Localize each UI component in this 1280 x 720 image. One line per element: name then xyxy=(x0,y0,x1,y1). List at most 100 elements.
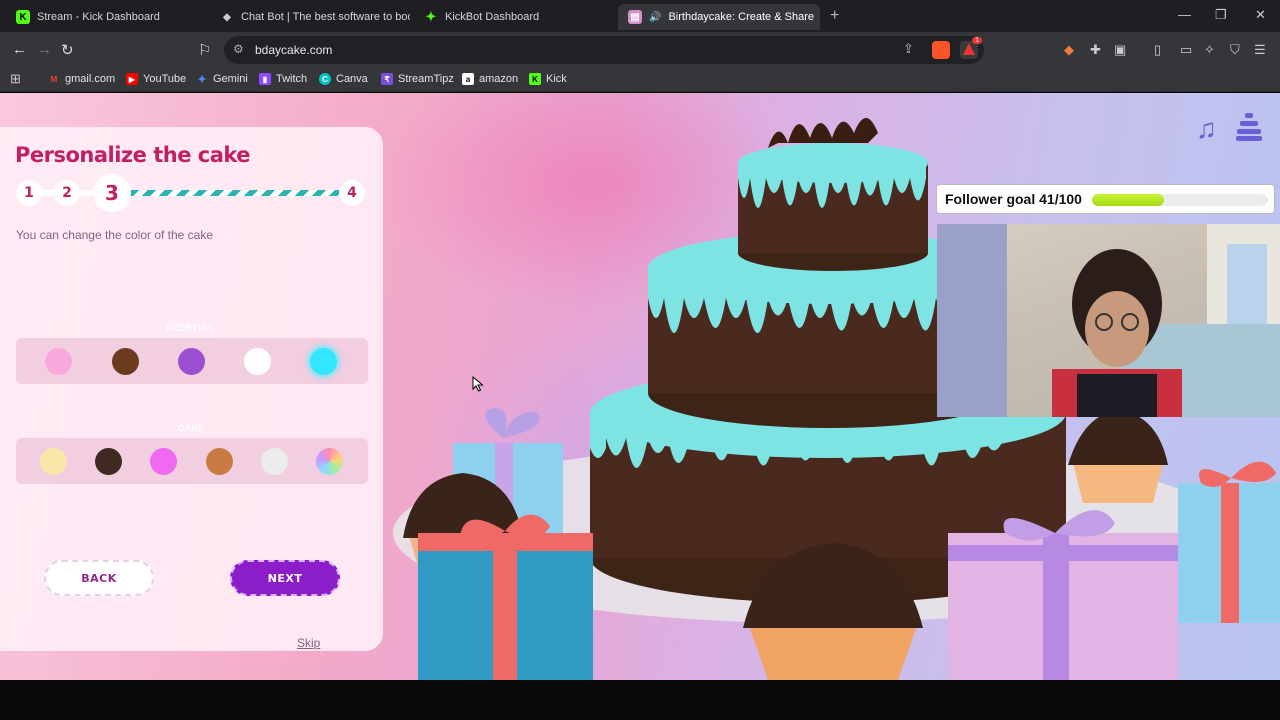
step-4[interactable]: 4 xyxy=(339,180,365,206)
cake-layers-icon[interactable] xyxy=(1236,113,1262,141)
bookmark-label: Gemini xyxy=(213,73,248,85)
menu-icon[interactable]: ☰ xyxy=(1254,42,1266,58)
skip-link[interactable]: Skip xyxy=(297,636,320,650)
bookmark-gmail[interactable]: Mgmail.com xyxy=(48,73,115,85)
frosting-swatch-purple[interactable] xyxy=(178,348,205,375)
frosting-color-row xyxy=(16,338,368,384)
cake-swatch-magenta[interactable] xyxy=(150,448,177,475)
cake-swatch-rainbow[interactable] xyxy=(316,448,343,475)
step-indicator: 1 2 3 4 xyxy=(16,173,368,213)
music-note-icon[interactable]: ♫ xyxy=(1196,113,1217,145)
cake-swatch-vanilla[interactable] xyxy=(40,448,67,475)
forward-arrow-icon[interactable]: → xyxy=(37,41,52,58)
bookmark-label: StreamTipz xyxy=(398,73,454,85)
taskbar-strip xyxy=(0,680,1280,720)
mouse-cursor-icon xyxy=(472,376,484,392)
extensions-icon[interactable]: ✚ xyxy=(1090,42,1101,58)
url-text: bdaycake.com xyxy=(255,43,333,57)
step-1[interactable]: 1 xyxy=(16,180,42,206)
bookmark-label: gmail.com xyxy=(65,73,116,85)
back-arrow-icon[interactable]: ← xyxy=(12,41,27,58)
chatbot-icon: ◆ xyxy=(223,11,231,23)
bookmark-icon[interactable]: ⚐ xyxy=(198,41,211,59)
sidebar-icon[interactable]: ▯ xyxy=(1154,42,1161,58)
rewards-badge: 1 xyxy=(972,37,982,44)
customize-panel: Personalize the cake 1 2 3 4 You can cha… xyxy=(0,127,383,651)
tab-kick-dashboard[interactable]: K Stream - Kick Dashboard xyxy=(6,4,206,30)
tab-title: Chat Bot | The best software to boost xyxy=(241,11,410,23)
twitch-icon: ▮ xyxy=(259,73,271,85)
bookmark-label: Kick xyxy=(546,73,567,85)
bookmark-kick[interactable]: K Kick xyxy=(529,73,567,85)
cake-top-tier xyxy=(738,118,928,271)
cake-swatch-dark-chocolate[interactable] xyxy=(95,448,122,475)
bookmark-label: YouTube xyxy=(143,73,187,85)
cupcake-right xyxy=(1068,410,1168,503)
webcam-image xyxy=(937,224,1280,417)
tab-title: KickBot Dashboard xyxy=(445,11,540,23)
canva-icon: C xyxy=(319,73,331,85)
leo-ai-icon[interactable]: ✧ xyxy=(1204,42,1215,58)
new-tab-button[interactable]: + xyxy=(830,7,839,25)
gift-box-right xyxy=(948,510,1178,680)
panel-subtitle: You can change the color of the cake xyxy=(16,228,214,242)
webcam-feed xyxy=(937,224,1280,417)
tab-kickbot-dashboard[interactable]: ✦ KickBot Dashboard xyxy=(414,4,614,30)
bookmark-label: Twitch xyxy=(276,73,308,85)
step-3-current[interactable]: 3 xyxy=(93,174,131,212)
close-window-button[interactable]: ✕ xyxy=(1255,7,1266,23)
share-icon[interactable]: ⇪ xyxy=(903,41,914,57)
frosting-swatch-cyan[interactable] xyxy=(310,348,337,375)
bookmark-gemini[interactable]: ✦ Gemini xyxy=(196,73,248,86)
wallet-icon[interactable]: ▭ xyxy=(1180,42,1192,58)
back-button[interactable]: BACK xyxy=(44,560,154,596)
minimize-button[interactable]: — xyxy=(1178,7,1191,22)
brave-shield-icon[interactable] xyxy=(932,41,950,59)
progress-track-remaining xyxy=(114,190,350,196)
gemini-icon: ✦ xyxy=(197,73,207,86)
panel-title: Personalize the cake xyxy=(15,143,251,167)
tab-title: Stream - Kick Dashboard xyxy=(37,11,160,23)
gift-box-front-left xyxy=(418,514,593,680)
amazon-icon: a xyxy=(462,73,474,85)
step-2[interactable]: 2 xyxy=(54,180,80,206)
frosting-swatch-chocolate[interactable] xyxy=(112,348,139,375)
apps-grid-icon[interactable]: ⊞ xyxy=(10,71,21,87)
speaker-icon[interactable]: 🔊 xyxy=(649,12,661,23)
bookmark-amazon[interactable]: a amazon xyxy=(462,73,518,85)
maximize-button[interactable]: ❐ xyxy=(1215,7,1227,23)
extension-fox-icon[interactable]: ◆ xyxy=(1064,42,1074,58)
tab-strip: K Stream - Kick Dashboard ◆ Chat Bot | T… xyxy=(0,0,1280,32)
bookmark-label: amazon xyxy=(479,73,519,85)
browser-toolbar: ← → ↻ ⚐ ⚙ bdaycake.com ⇪ 1 ◆ ✚ ▣ ▯ ▭ ✧ ⛉… xyxy=(0,32,1280,68)
bookmark-twitch[interactable]: ▮ Twitch xyxy=(259,73,307,85)
tab-title: Birthdaycake: Create & Share xyxy=(668,11,814,23)
tab-chat-bot[interactable]: ◆ Chat Bot | The best software to boost xyxy=(210,4,410,30)
frosting-swatch-pink[interactable] xyxy=(45,348,72,375)
frosting-swatch-white[interactable] xyxy=(244,348,271,375)
kick-icon: K xyxy=(529,73,541,85)
brave-rewards-icon[interactable]: 1 xyxy=(960,37,982,59)
follower-goal-label: Follower goal 41/100 xyxy=(945,191,1082,207)
tab-birthdaycake[interactable]: ▤ 🔊 Birthdaycake: Create & Share ✕ xyxy=(618,4,820,30)
cake-label: CAKE xyxy=(178,423,205,433)
follower-goal-fill xyxy=(1092,194,1165,206)
bookmarks-bar: ⊞ Mgmail.com ▶ YouTube ✦ Gemini ▮ Twitch CC… xyxy=(0,68,1280,92)
address-bar[interactable]: ⚙ bdaycake.com ⇪ 1 xyxy=(224,36,984,64)
follower-goal-widget: Follower goal 41/100 xyxy=(936,184,1275,214)
gift-box-far-right xyxy=(1178,461,1280,623)
kickbot-icon: ✦ xyxy=(425,9,437,24)
vpn-icon[interactable]: ⛉ xyxy=(1230,42,1240,58)
cake-swatch-white[interactable] xyxy=(261,448,288,475)
bookmark-canva[interactable]: C Canva xyxy=(319,73,368,85)
cake-swatch-caramel[interactable] xyxy=(206,448,233,475)
streamtipz-icon: ₹ xyxy=(381,73,393,85)
youtube-icon: ▶ xyxy=(126,73,138,85)
screenshot-icon[interactable]: ▣ xyxy=(1114,42,1126,58)
reload-icon[interactable]: ↻ xyxy=(61,41,74,59)
next-button[interactable]: NEXT xyxy=(230,560,340,596)
bookmark-youtube[interactable]: ▶ YouTube xyxy=(126,73,186,85)
site-info-icon[interactable]: ⚙ xyxy=(233,42,244,56)
cake-color-row xyxy=(16,438,368,484)
bookmark-streamtipz[interactable]: ₹ StreamTipz xyxy=(381,73,454,85)
